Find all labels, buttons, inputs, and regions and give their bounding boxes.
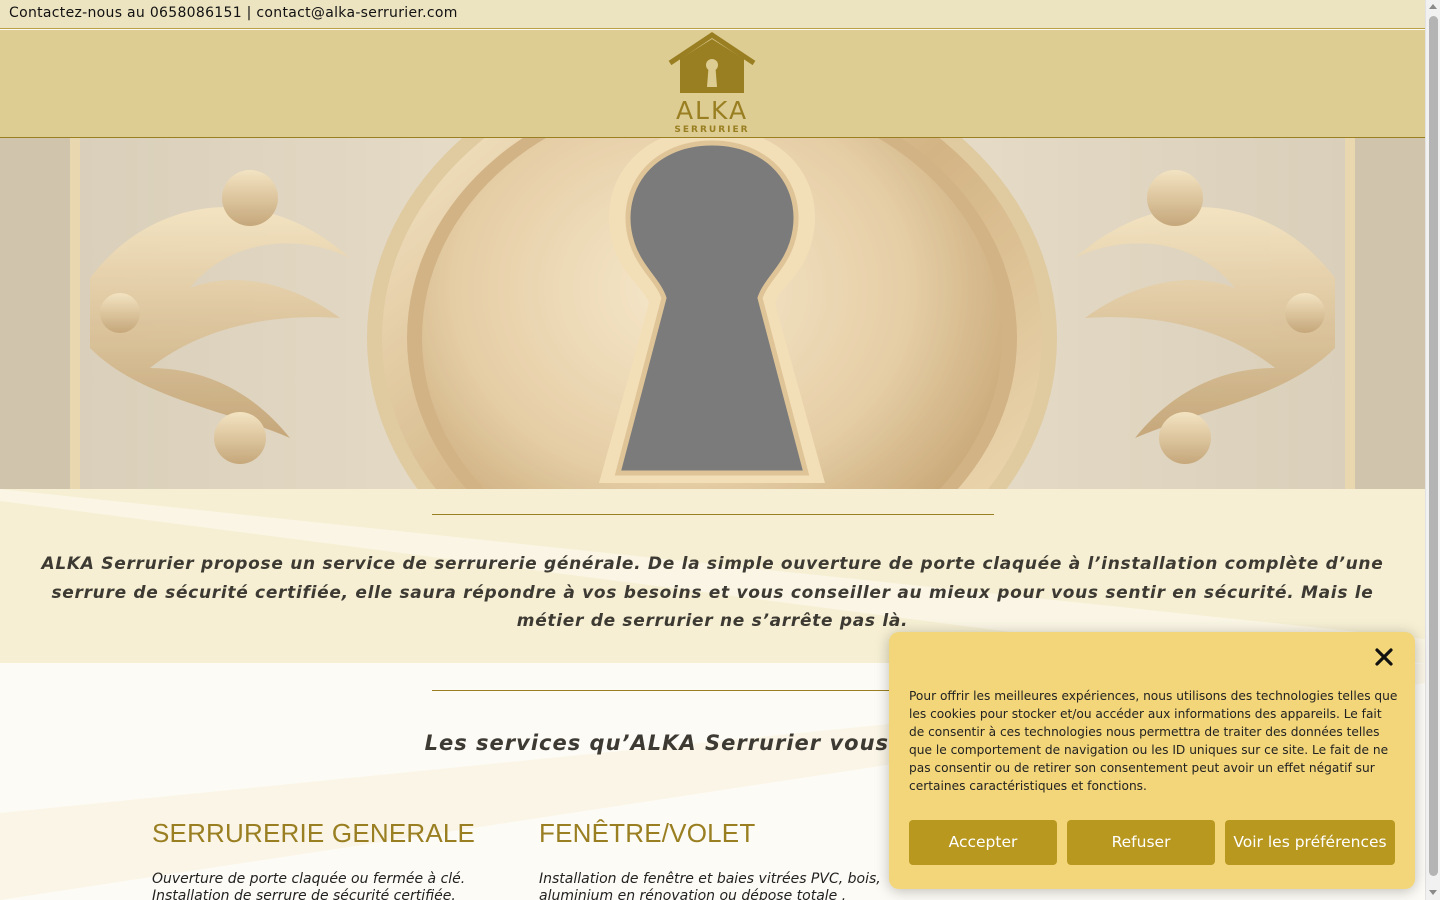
site-header: ALKA SERRURIER	[0, 30, 1425, 138]
scroll-down-arrow-icon[interactable]	[1429, 890, 1437, 895]
service-description: Installation de fenêtre et baies vitrées…	[539, 871, 881, 900]
house-keyhole-icon	[668, 31, 756, 93]
close-icon[interactable]	[1373, 646, 1395, 668]
contact-info[interactable]: Contactez-nous au 0658086151 | contact@a…	[9, 5, 458, 21]
scroll-up-arrow-icon[interactable]	[1429, 4, 1437, 9]
service-title: FENÊTRE/VOLET	[539, 818, 756, 848]
contact-bar: Contactez-nous au 0658086151 | contact@a…	[0, 0, 1425, 29]
page-scrollbar[interactable]	[1425, 0, 1440, 900]
keyhole-illustration	[0, 138, 1425, 489]
service-description: Ouverture de porte claquée ou fermée à c…	[152, 871, 466, 900]
logo-wordmark: ALKA	[675, 96, 749, 125]
accept-button[interactable]: Accepter	[909, 820, 1057, 865]
service-card: FENÊTRE/VOLET Installation de fenêtre et…	[539, 818, 899, 900]
hero-image	[0, 138, 1425, 489]
intro-paragraph: ALKA Serrurier propose un service de ser…	[41, 554, 1384, 631]
scroll-thumb[interactable]	[1429, 16, 1438, 876]
cookie-consent-banner: Pour offrir les meilleures expériences, …	[889, 632, 1415, 889]
service-title: SERRURERIE GENERALE	[152, 818, 476, 848]
logo-subtitle: SERRURIER	[674, 125, 750, 135]
refuse-button[interactable]: Refuser	[1067, 820, 1215, 865]
cookie-message: Pour offrir les meilleures expériences, …	[909, 689, 1398, 793]
service-card: SERRURERIE GENERALE Ouverture de porte c…	[152, 818, 512, 900]
site-logo[interactable]: ALKA SERRURIER	[666, 31, 758, 136]
preferences-button[interactable]: Voir les préférences	[1225, 820, 1395, 865]
section-divider	[432, 514, 994, 515]
